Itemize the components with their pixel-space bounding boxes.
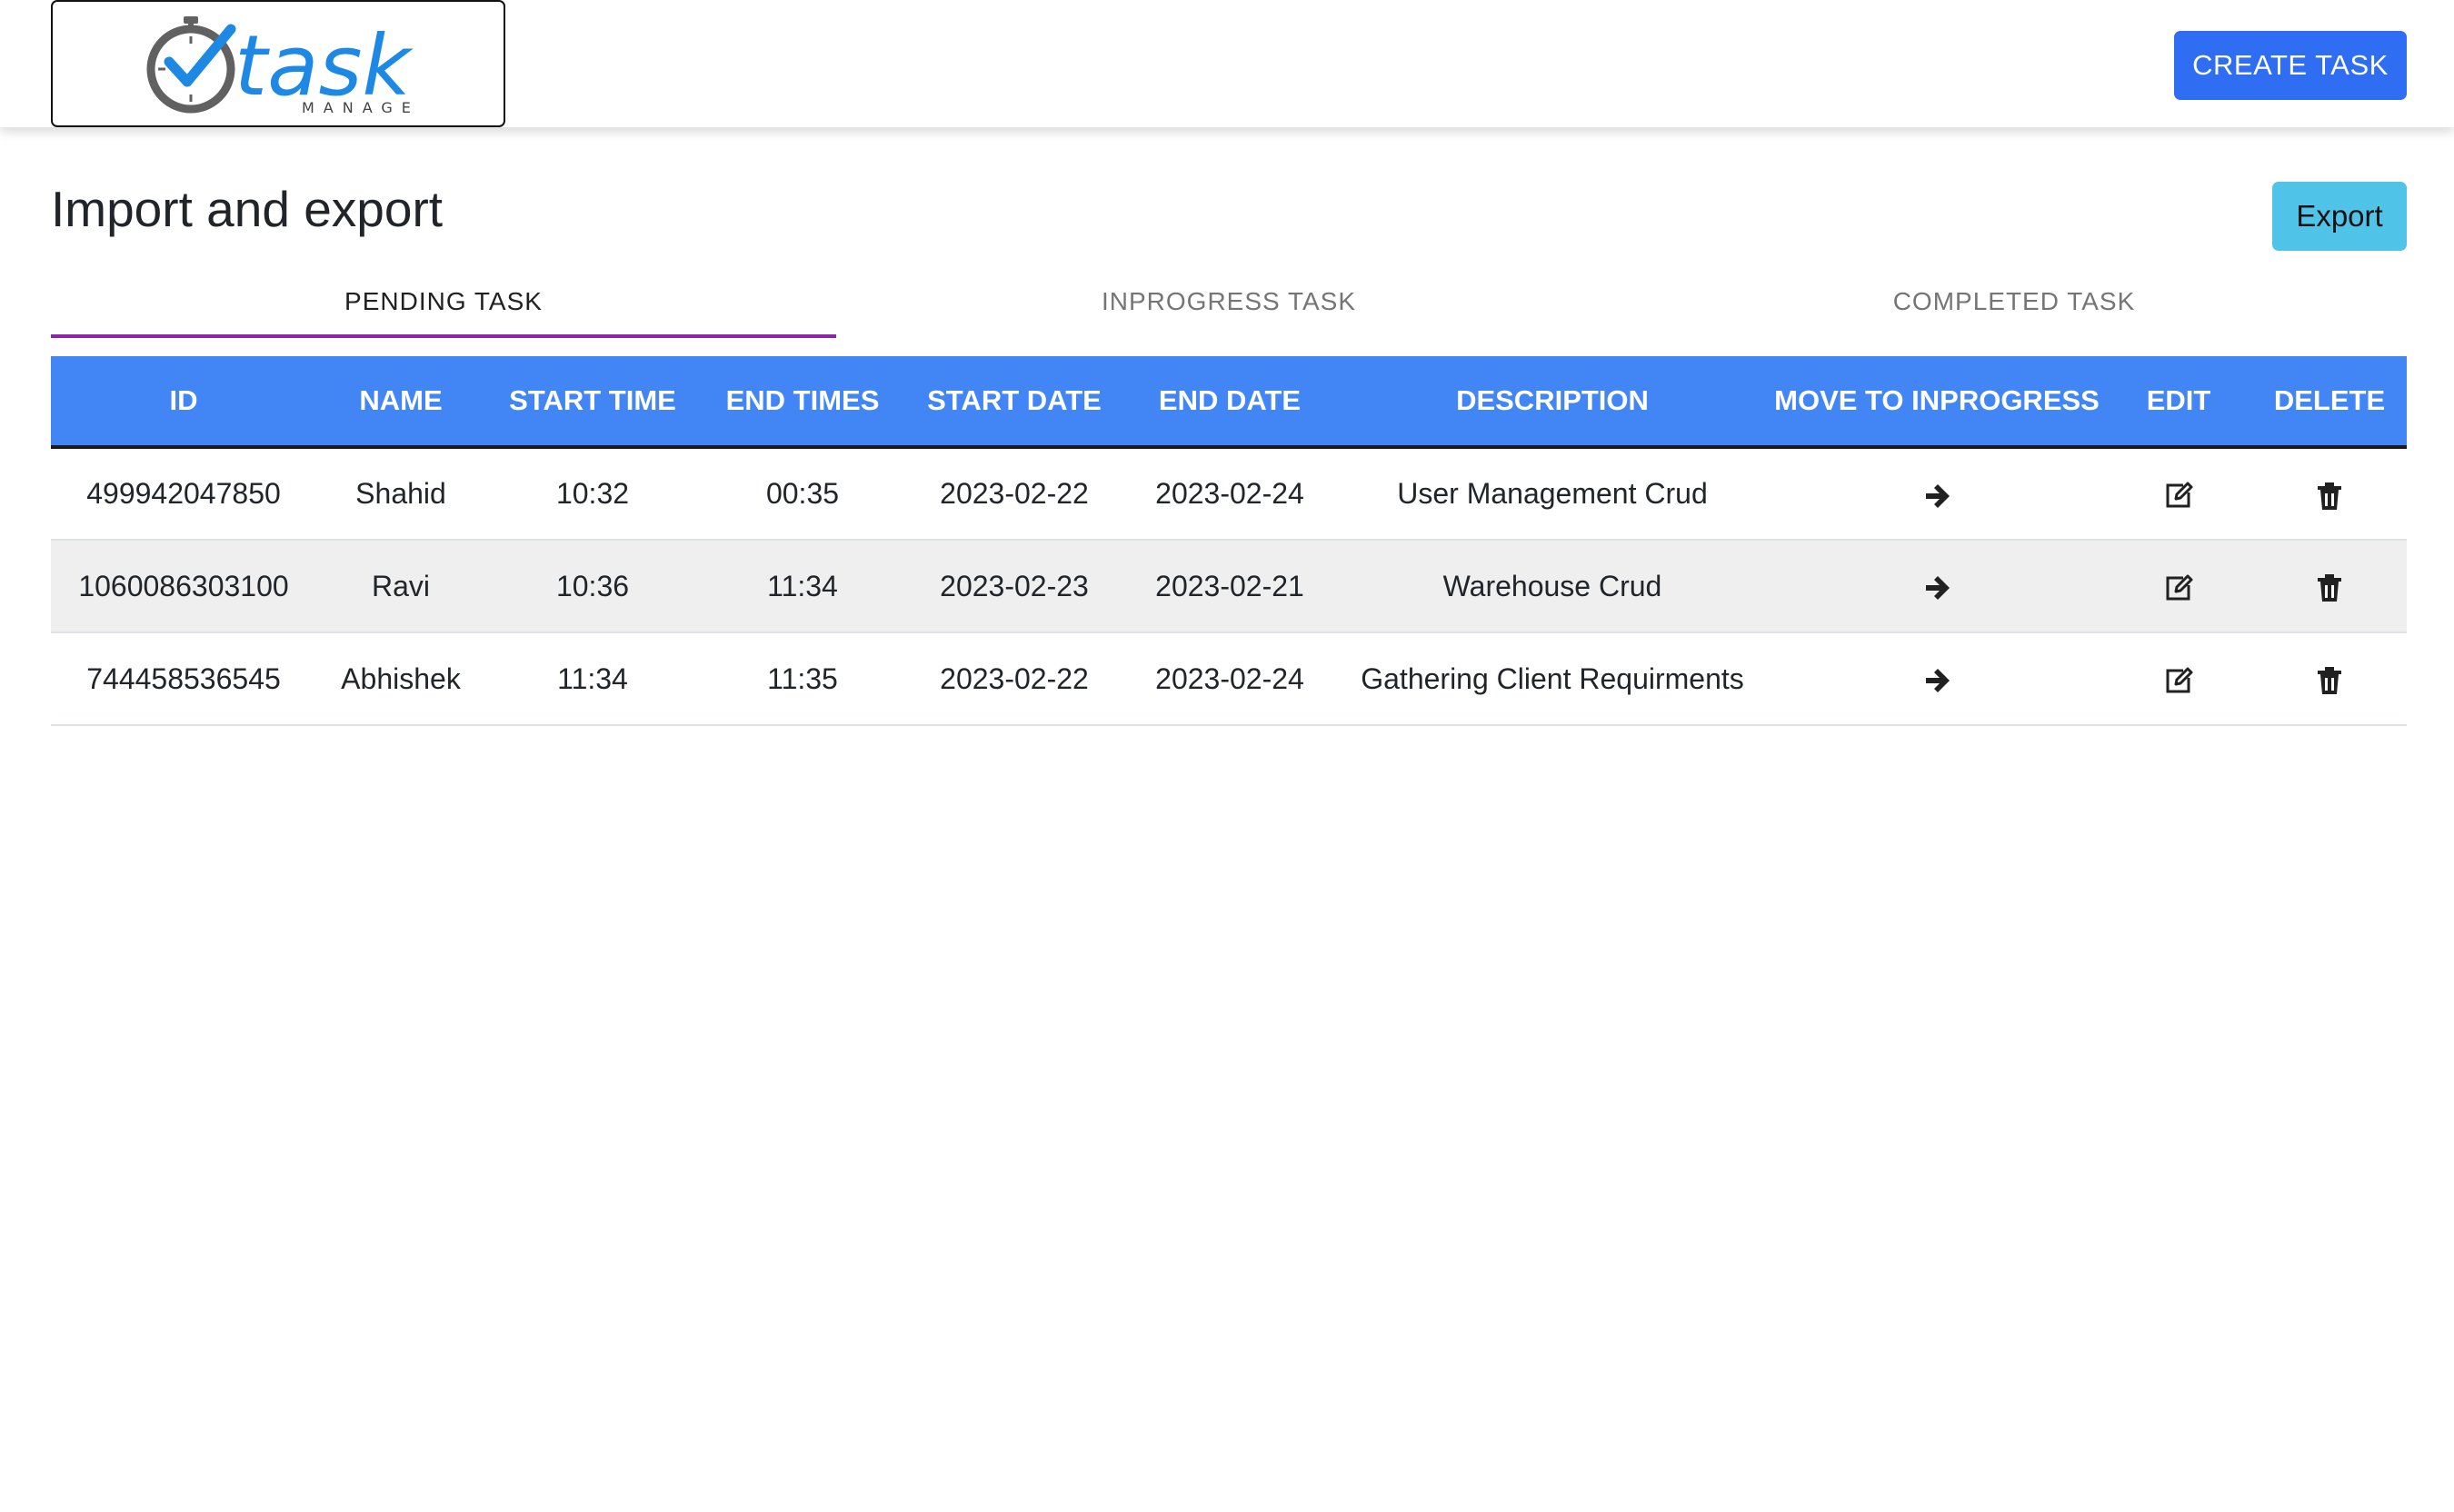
cell-id: 744458536545 bbox=[51, 632, 316, 726]
cell-edit bbox=[2105, 447, 2252, 541]
pending-task-table: ID NAME START TIME END TIMES START DATE … bbox=[51, 356, 2407, 726]
cell-move bbox=[1769, 632, 2105, 726]
logo[interactable]: task MANAGER bbox=[51, 0, 505, 127]
cell-edit bbox=[2105, 540, 2252, 633]
header-name: NAME bbox=[316, 356, 485, 449]
cell-name: Shahid bbox=[316, 447, 485, 541]
cell-start-time: 10:32 bbox=[485, 447, 700, 541]
arrow-right-icon[interactable] bbox=[1922, 666, 1951, 695]
edit-icon[interactable] bbox=[2163, 665, 2194, 696]
cell-move bbox=[1769, 447, 2105, 541]
tab-pending-task[interactable]: PENDING TASK bbox=[51, 264, 836, 340]
arrow-right-icon[interactable] bbox=[1922, 482, 1951, 511]
trash-icon[interactable] bbox=[2316, 666, 2343, 695]
cell-edit bbox=[2105, 632, 2252, 726]
cell-description: User Management Crud bbox=[1336, 447, 1769, 541]
header-end-date: END DATE bbox=[1123, 356, 1336, 449]
logo-subtext: MANAGER bbox=[302, 99, 416, 116]
edit-icon[interactable] bbox=[2163, 572, 2194, 603]
cell-start-date: 2023-02-22 bbox=[905, 632, 1123, 726]
cell-description: Warehouse Crud bbox=[1336, 540, 1769, 633]
cell-end-time: 00:35 bbox=[700, 447, 905, 541]
cell-end-date: 2023-02-21 bbox=[1123, 540, 1336, 633]
header-delete: DELETE bbox=[2252, 356, 2407, 449]
header-end-times: END TIMES bbox=[700, 356, 905, 449]
header-edit: EDIT bbox=[2105, 356, 2252, 449]
cell-move bbox=[1769, 540, 2105, 633]
arrow-right-icon[interactable] bbox=[1922, 573, 1951, 602]
cell-end-time: 11:35 bbox=[700, 632, 905, 726]
header-id: ID bbox=[51, 356, 316, 449]
cell-start-time: 10:36 bbox=[485, 540, 700, 633]
cell-name: Abhishek bbox=[316, 632, 485, 726]
page-title: Import and export bbox=[51, 181, 444, 237]
table-header-row: ID NAME START TIME END TIMES START DATE … bbox=[51, 356, 2407, 449]
header-start-time: START TIME bbox=[485, 356, 700, 449]
logo-graphic: task MANAGER bbox=[146, 16, 416, 116]
table-row: 499942047850 Shahid 10:32 00:35 2023-02-… bbox=[51, 447, 2407, 541]
cell-name: Ravi bbox=[316, 540, 485, 633]
trash-icon[interactable] bbox=[2316, 482, 2343, 511]
cell-id: 1060086303100 bbox=[51, 540, 316, 633]
table-row: 744458536545 Abhishek 11:34 11:35 2023-0… bbox=[51, 632, 2407, 726]
header-description: DESCRIPTION bbox=[1336, 356, 1769, 449]
tab-inprogress-task[interactable]: INPROGRESS TASK bbox=[836, 264, 1621, 340]
create-task-button[interactable]: CREATE TASK bbox=[2174, 31, 2407, 100]
cell-start-date: 2023-02-22 bbox=[905, 447, 1123, 541]
cell-start-time: 11:34 bbox=[485, 632, 700, 726]
header-start-date: START DATE bbox=[905, 356, 1123, 449]
cell-end-date: 2023-02-24 bbox=[1123, 632, 1336, 726]
tab-completed-task[interactable]: COMPLETED TASK bbox=[1621, 264, 2407, 340]
cell-end-date: 2023-02-24 bbox=[1123, 447, 1336, 541]
task-tabs: PENDING TASK INPROGRESS TASK COMPLETED T… bbox=[51, 264, 2407, 340]
header-move-to-inprogress: MOVE TO INPROGRESS bbox=[1769, 356, 2105, 449]
cell-start-date: 2023-02-23 bbox=[905, 540, 1123, 633]
trash-icon[interactable] bbox=[2316, 573, 2343, 602]
cell-description: Gathering Client Requirments bbox=[1336, 632, 1769, 726]
edit-icon[interactable] bbox=[2163, 480, 2194, 511]
cell-delete bbox=[2252, 632, 2407, 726]
cell-end-time: 11:34 bbox=[700, 540, 905, 633]
cell-id: 499942047850 bbox=[51, 447, 316, 541]
export-button[interactable]: Export bbox=[2272, 182, 2407, 251]
cell-delete bbox=[2252, 540, 2407, 633]
cell-delete bbox=[2252, 447, 2407, 541]
top-navbar: task MANAGER CREATE TASK bbox=[0, 0, 2454, 127]
table-row: 1060086303100 Ravi 10:36 11:34 2023-02-2… bbox=[51, 540, 2407, 633]
